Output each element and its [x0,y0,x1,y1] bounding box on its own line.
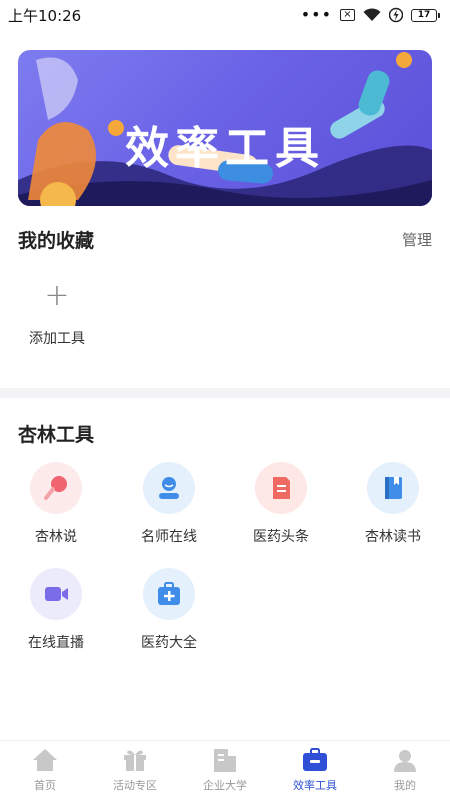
video-icon [30,568,82,620]
nav-label: 我的 [394,779,416,792]
nav-profile[interactable]: 我的 [360,741,450,800]
book-icon [367,462,419,514]
tool-live-stream[interactable]: 在线直播 [6,568,106,652]
banner[interactable]: 效率工具 [18,50,432,206]
tool-pharma-encyclopedia[interactable]: 医药大全 [119,568,219,652]
favorites-header: 我的收藏 管理 [18,226,432,253]
mic-icon [30,462,82,514]
tool-xinglin-reading[interactable]: 杏林读书 [343,462,443,546]
tool-label: 名师在线 [141,529,197,545]
nav-label: 活动专区 [113,779,157,792]
status-bar: 上午10:26 ••• × 17 [0,0,450,30]
toolbox-icon [302,747,328,773]
tools-title: 杏林工具 [18,424,95,446]
add-tool-label: 添加工具 [29,331,85,347]
nav-efficiency-tools[interactable]: 效率工具 [270,741,360,800]
tool-label: 在线直播 [28,635,84,651]
nav-enterprise-university[interactable]: 企业大学 [180,741,270,800]
section-divider [0,388,450,398]
nav-home[interactable]: 首页 [0,741,90,800]
tool-label: 医药头条 [253,529,309,545]
tool-pharma-news[interactable]: 医药头条 [231,462,331,546]
plus-icon: + [44,278,70,313]
add-tool-button[interactable]: + 添加工具 [22,280,92,348]
nav-label: 首页 [34,779,56,792]
home-icon [32,747,58,773]
no-sim-icon: × [340,9,355,21]
building-icon [212,747,238,773]
profile-icon [392,747,418,773]
status-time: 上午10:26 [8,6,82,25]
nav-activities[interactable]: 活动专区 [90,741,180,800]
manage-button[interactable]: 管理 [402,229,432,250]
nav-label: 企业大学 [203,779,247,792]
gift-icon [122,747,148,773]
medkit-icon [143,568,195,620]
news-icon [255,462,307,514]
teacher-icon [143,462,195,514]
tool-label: 杏林说 [35,529,77,545]
status-icons: ••• × 17 [301,7,440,23]
tool-teacher-online[interactable]: 名师在线 [119,462,219,546]
battery-level: 17 [411,8,437,22]
tool-label: 医药大全 [141,635,197,651]
banner-title: 效率工具 [125,123,325,174]
favorites-title: 我的收藏 [18,230,95,252]
tool-xinglin-talk[interactable]: 杏林说 [6,462,106,546]
more-dots-icon: ••• [300,5,332,24]
wifi-icon [363,8,381,21]
charging-icon [389,7,403,23]
nav-label: 效率工具 [293,779,337,792]
tool-label: 杏林读书 [365,529,421,545]
bottom-nav: 首页 活动专区 企业大学 效率工具 我的 [0,740,450,800]
battery-icon: 17 [411,8,440,22]
